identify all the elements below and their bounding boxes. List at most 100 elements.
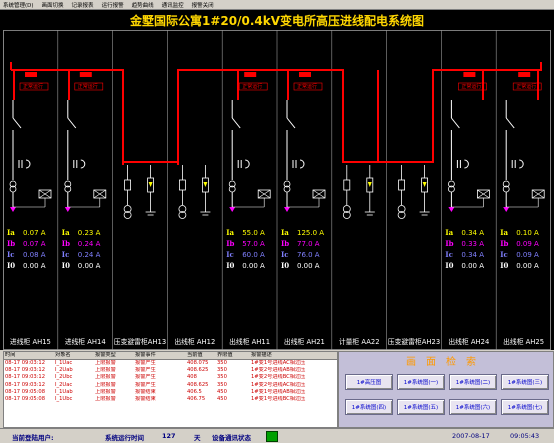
running-status-label: 正常运行 [78, 83, 98, 90]
alarm-header-cell[interactable]: 报警事件 [134, 352, 186, 359]
bus-bar [123, 161, 179, 165]
nav-button[interactable]: 1#系统图(五) [397, 399, 445, 415]
alarm-row[interactable]: 08-17 09:03:12 I_2Uab 上限报警 报警产生 408.625 350 1#… [4, 367, 337, 374]
reading-value-ia: 0.23 A [78, 229, 101, 237]
breaker-switch [505, 117, 515, 129]
alarm-cell: 上限报警 [95, 367, 116, 374]
alarm-cell: 408.625 [187, 367, 209, 374]
alarm-cell: 上限报警 [95, 360, 116, 366]
runtime-value: 127 [162, 432, 176, 440]
reading-label-ia: Ia [445, 228, 453, 237]
nav-button[interactable]: 1#高压图 [345, 374, 393, 390]
alarm-cell: 08-17 09:03:12 [5, 374, 46, 381]
reading-label-ib: Ib [7, 239, 15, 248]
alarm-row[interactable]: 08-17 09:03:12 I_2Uac 上限报警 报警产生 408.625 350 1#… [4, 382, 337, 389]
reading-label-ic: Ic [62, 250, 70, 259]
alarm-header-cell[interactable]: 当前值 [186, 352, 216, 359]
screen-search-panel: 画面检索 1#高压图 1#系统图(一) 1#系统图(二) 1#系统图(三) 1#系统图(… [338, 351, 554, 428]
ground-arrow [64, 207, 71, 212]
reading-value-ic: 0.34 A [461, 251, 484, 259]
nav-button[interactable]: 1#系统图(二) [449, 374, 497, 390]
menu-reports[interactable]: 记录报表 [72, 1, 94, 9]
alarm-cell: 408.625 [187, 381, 209, 388]
alarm-cell: 1#变1号进线AB相过压 [251, 388, 306, 395]
alarm-row[interactable]: 08-17 09:03:12 I_1Uac 上限报警 报警产生 408.075 350 1#… [4, 360, 337, 367]
alarm-cell: I_1Ubc [55, 395, 73, 402]
fuse [398, 179, 406, 191]
alarm-header-cell[interactable]: 报警描述 [250, 352, 337, 359]
reading-value-ic: 0.09 A [516, 251, 539, 259]
cabinet-label: 出线柜 AH21 [284, 337, 325, 346]
running-indicator [79, 72, 92, 77]
menu-system[interactable]: 系统管理(D) [3, 1, 34, 9]
alarm-cell: 406.75 [187, 395, 206, 402]
reading-value-ib: 57.0 A [242, 240, 265, 248]
capacitor-curve [80, 159, 86, 169]
alarm-cell: 08-17 09:03:12 [5, 367, 46, 374]
reading-label-i0: I0 [226, 261, 234, 270]
alarm-cell: 报警产生 [135, 360, 156, 366]
alarm-cell: 上限报警 [95, 374, 116, 381]
panel-title: 画面检索 [406, 357, 486, 368]
nav-button[interactable]: 1#系统图(一) [397, 374, 445, 390]
reading-value-i0: 0.00 A [78, 262, 101, 270]
nav-button[interactable]: 1#系统图(三) [501, 374, 549, 390]
menu-screen-switch[interactable]: 画面切换 [42, 1, 64, 9]
alarm-cell: 08-17 09:05:08 [5, 388, 46, 395]
running-indicator [244, 72, 257, 77]
reading-value-ib: 0.33 A [461, 240, 484, 248]
alarm-row[interactable]: 08-17 09:05:08 I_1Uab 上限报警 报警结束 406.5 450 1#变1… [4, 389, 337, 396]
runtime-label: 系统运行时间 [105, 434, 144, 442]
alarm-header-cell[interactable]: 报警类型 [94, 352, 134, 359]
alarm-header-cell[interactable]: 时间 [4, 352, 54, 359]
nav-button[interactable]: 1#系统图(六) [449, 399, 497, 415]
menu-comm[interactable]: 通讯监控 [162, 1, 184, 9]
comm-status-label: 设备通讯状态 [212, 434, 251, 442]
runtime-unit: 天 [194, 434, 201, 442]
cabinet-label: 出线柜 AH12 [174, 337, 215, 346]
alarm-cell: 1#变1号进线AC相过压 [251, 360, 306, 366]
reading-value-ib: 0.09 A [516, 240, 539, 248]
reading-value-ia: 0.07 A [23, 229, 46, 237]
alarm-table-header: 时间 对象名 报警类型 报警事件 当前值 界限值 报警描述 [4, 352, 337, 360]
alarm-cell: 350 [217, 360, 227, 366]
reading-label-ic: Ic [500, 250, 508, 259]
reading-label-ic: Ic [281, 250, 289, 259]
alarm-cell: 350 [217, 367, 227, 374]
reading-value-ia: 125.0 A [297, 229, 324, 237]
menu-trend[interactable]: 趋势曲线 [132, 1, 154, 9]
menu-alarms[interactable]: 运行报警 [102, 1, 124, 9]
comm-status-indicator [266, 431, 278, 442]
alarm-row[interactable]: 08-17 09:05:08 I_1Ubc 上限报警 报警结束 406.75 450 1#变… [4, 396, 337, 403]
reading-value-ib: 0.07 A [23, 240, 46, 248]
reading-label-ic: Ic [7, 250, 15, 259]
reading-value-ic: 0.24 A [78, 251, 101, 259]
cabinet-label: 计量柜 AA22 [339, 337, 380, 346]
capacitor-curve [519, 159, 524, 169]
menu-alarm-off[interactable]: 报警关闭 [192, 1, 214, 9]
alarm-cell: 408.075 [187, 360, 209, 366]
alarm-cell: 450 [217, 395, 227, 402]
reading-value-i0: 0.00 A [461, 262, 484, 270]
capacitor-curve [464, 159, 469, 169]
alarm-table[interactable]: 时间 对象名 报警类型 报警事件 当前值 界限值 报警描述 08-17 09:03:12 I_… [3, 351, 338, 428]
fuse [178, 179, 186, 191]
alarm-header-cell[interactable]: 对象名 [54, 352, 94, 359]
status-bar: 当前登陆用户: 系统运行时间 127 天 设备通讯状态 2007-08-17 0… [0, 428, 554, 443]
cabinet-label: 压变避雷柜AH13 [114, 337, 166, 346]
reading-label-ib: Ib [226, 239, 234, 248]
alarm-cell: 350 [217, 374, 227, 381]
alarm-cell: 报警结束 [135, 395, 156, 402]
cabinet-label: 出线柜 AH25 [503, 337, 544, 346]
alarm-row[interactable]: 08-17 09:03:12 I_2Ubc 上限报警 报警产生 408 350 1#变2号进… [4, 374, 337, 381]
menu-bar: 系统管理(D) 画面切换 记录报表 运行报警 趋势曲线 通讯监控 报警关闭 [0, 0, 554, 10]
nav-button[interactable]: 1#系统图(七) [501, 399, 549, 415]
ground-arrow [448, 207, 455, 212]
reading-label-ic: Ic [445, 250, 453, 259]
reading-label-ib: Ib [62, 239, 70, 248]
alarm-cell: 450 [217, 388, 227, 395]
nav-button[interactable]: 1#系统图(四) [345, 399, 393, 415]
alarm-header-cell[interactable]: 界限值 [216, 352, 250, 359]
running-status-label: 正常运行 [297, 83, 317, 90]
reading-label-ia: Ia [7, 228, 15, 237]
